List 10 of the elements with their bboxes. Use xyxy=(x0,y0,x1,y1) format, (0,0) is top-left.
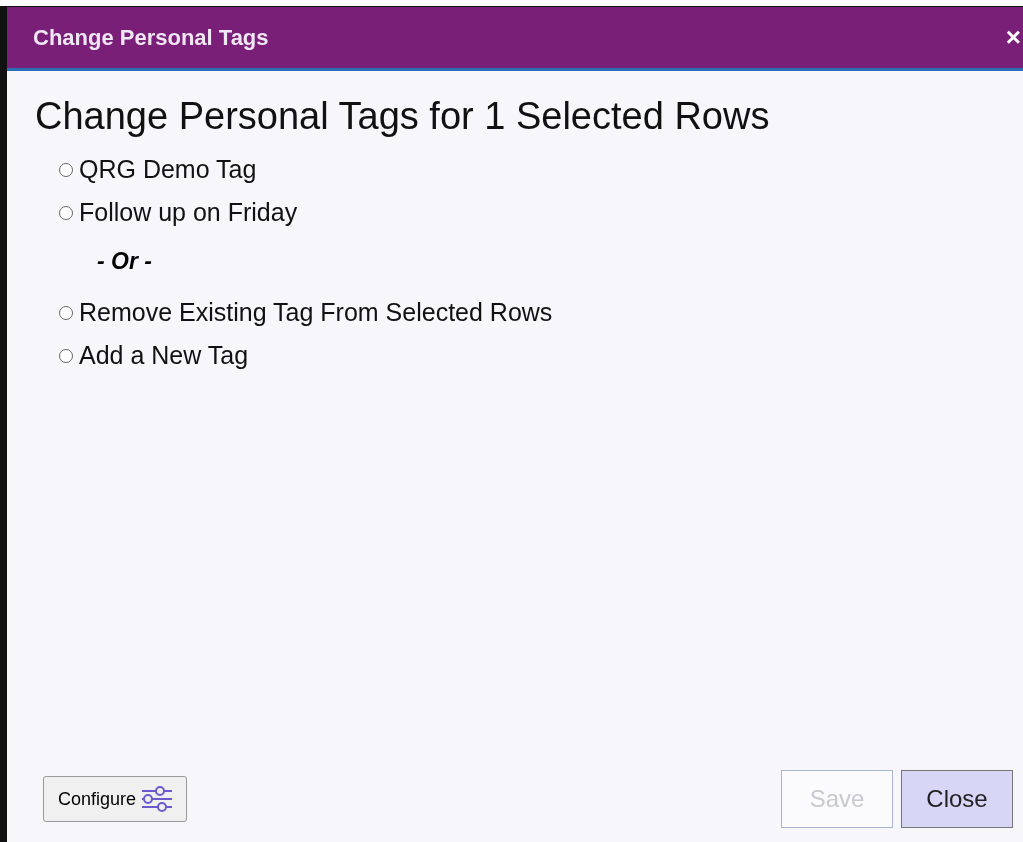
window-title: Change Personal Tags xyxy=(33,24,269,51)
configure-button[interactable]: Configure xyxy=(43,776,188,822)
radio-option[interactable]: Remove Existing Tag From Selected Rows xyxy=(59,291,1013,334)
dialog-heading: Change Personal Tags for 1 Selected Rows xyxy=(35,95,771,138)
close-button[interactable]: Close xyxy=(901,770,1013,828)
or-separator: - Or - xyxy=(97,248,153,275)
sliders-icon xyxy=(140,785,175,813)
radio-option[interactable]: Add a New Tag xyxy=(59,334,1013,377)
radio-option[interactable]: Follow up on Friday xyxy=(59,191,1013,234)
radio-option[interactable]: QRG Demo Tag xyxy=(59,148,1013,191)
